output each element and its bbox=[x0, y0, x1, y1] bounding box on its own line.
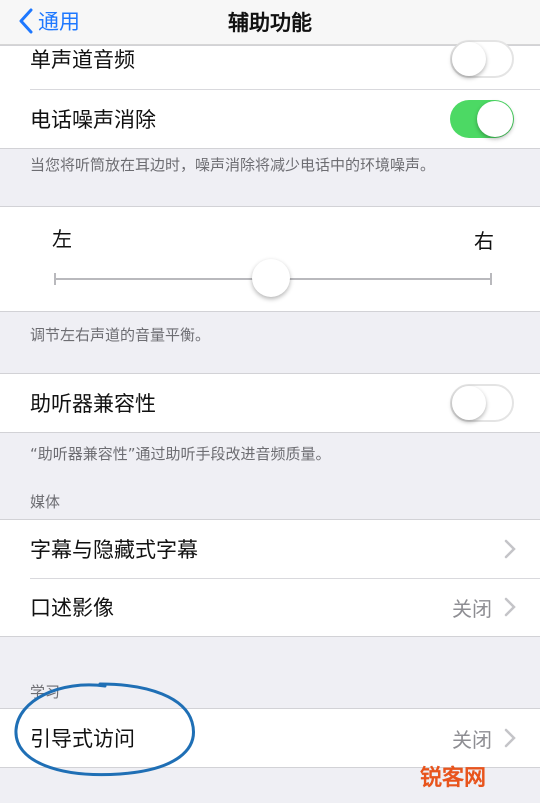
toggle-knob bbox=[477, 101, 513, 137]
balance-group: 左 右 bbox=[0, 206, 540, 312]
balance-left-label: 左 bbox=[52, 227, 72, 251]
annotation-circle bbox=[14, 682, 195, 777]
chevron-right-icon bbox=[504, 539, 516, 559]
balance-tick-right bbox=[490, 273, 492, 285]
mono-audio-toggle[interactable] bbox=[450, 40, 514, 78]
balance-footer: 调节左右声道的音量平衡。 bbox=[30, 326, 211, 344]
noise-cancel-footer: 当您将听筒放在耳边时，噪声消除将减少电话中的环境噪声。 bbox=[30, 156, 436, 174]
subtitles-label: 字幕与隐藏式字幕 bbox=[30, 538, 198, 562]
toggle-knob bbox=[452, 42, 486, 76]
audio-description-label: 口述影像 bbox=[30, 596, 114, 620]
subtitles-row[interactable]: 字幕与隐藏式字幕 bbox=[30, 520, 540, 578]
chevron-right-icon bbox=[504, 728, 516, 748]
chevron-right-icon bbox=[504, 597, 516, 617]
mono-audio-row: 单声道音频 bbox=[30, 30, 540, 88]
hearing-aid-label: 助听器兼容性 bbox=[30, 392, 156, 416]
noise-cancel-row: 电话噪声消除 bbox=[30, 90, 540, 148]
audio-description-row[interactable]: 口述影像 关闭 bbox=[30, 578, 540, 636]
hearing-group: 助听器兼容性 bbox=[0, 373, 540, 433]
toggle-knob bbox=[452, 386, 486, 420]
noise-cancel-label: 电话噪声消除 bbox=[30, 108, 156, 132]
audio-description-value: 关闭 bbox=[452, 596, 492, 621]
hearing-aid-toggle[interactable] bbox=[450, 384, 514, 422]
watermark-logo: 锐客网 bbox=[420, 766, 487, 791]
media-section-header: 媒体 bbox=[30, 493, 61, 511]
media-group: 字幕与隐藏式字幕 口述影像 关闭 bbox=[0, 519, 540, 637]
balance-slider-thumb[interactable] bbox=[252, 259, 290, 297]
noise-cancel-toggle[interactable] bbox=[450, 100, 514, 138]
hearing-aid-footer: “助听器兼容性”通过助听手段改进音频质量。 bbox=[30, 445, 331, 463]
audio-group: 单声道音频 电话噪声消除 bbox=[0, 40, 540, 149]
balance-right-label: 右 bbox=[474, 229, 494, 253]
mono-audio-label: 单声道音频 bbox=[30, 48, 135, 72]
balance-tick-left bbox=[54, 273, 56, 285]
guided-access-value: 关闭 bbox=[452, 727, 492, 752]
hearing-aid-row: 助听器兼容性 bbox=[30, 374, 540, 432]
